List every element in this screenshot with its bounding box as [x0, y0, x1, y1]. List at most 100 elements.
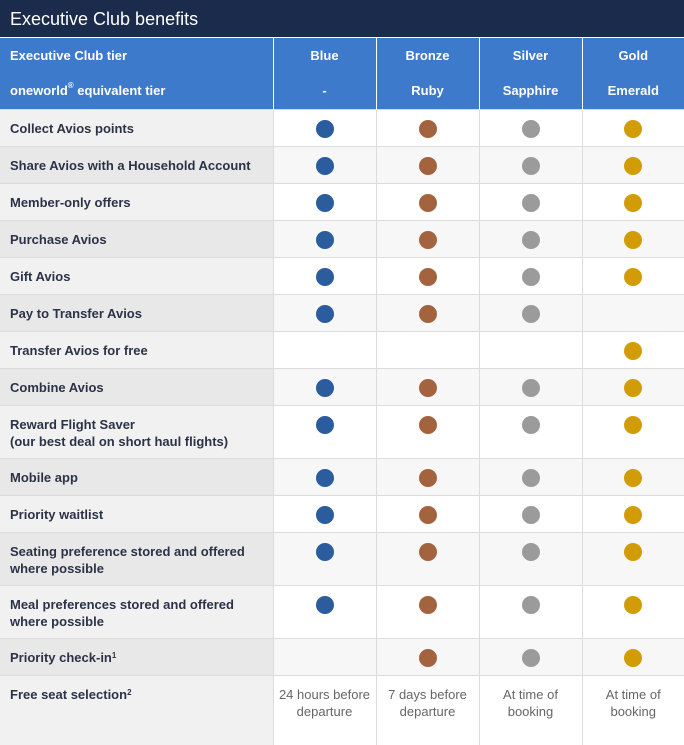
cell-gold [581, 637, 684, 675]
silver-dot-icon [521, 648, 540, 667]
gold-dot-icon [624, 156, 643, 175]
blue-dot-icon [315, 415, 334, 434]
cell-bronze [375, 182, 479, 220]
silver-dot-icon [521, 415, 540, 434]
gold-dot-icon [624, 648, 643, 667]
bronze-dot-icon [418, 267, 437, 286]
oneworld-bronze: Ruby [375, 73, 479, 109]
silver-dot-icon [521, 304, 540, 323]
silver-dot-icon [521, 542, 540, 561]
cell-silver [478, 367, 582, 405]
cell-bronze [375, 584, 479, 638]
benefit-label: Member-only offers [0, 182, 273, 220]
oneworld-silver: Sapphire [478, 73, 582, 109]
bronze-dot-icon [418, 648, 437, 667]
cell-gold: At time of booking [581, 674, 684, 745]
cell-bronze [375, 330, 479, 368]
benefit-row: Reward Flight Saver (our best deal on sho… [0, 404, 684, 458]
benefit-label: Meal preferences stored and offered where… [0, 584, 273, 638]
oneworld-gold: Emerald [581, 73, 684, 109]
cell-silver [478, 293, 582, 331]
cell-bronze [375, 293, 479, 331]
silver-dot-icon [521, 119, 540, 138]
cell-text: 7 days before departure [388, 686, 467, 719]
tier-silver: Silver [478, 38, 582, 73]
blue-dot-icon [315, 193, 334, 212]
benefit-row: Member-only offers [0, 182, 684, 220]
gold-dot-icon [624, 542, 643, 561]
bronze-dot-icon [418, 193, 437, 212]
benefit-label: Mobile app [0, 457, 273, 495]
bronze-dot-icon [418, 468, 437, 487]
cell-blue [272, 531, 376, 585]
cell-blue [272, 145, 376, 183]
cell-bronze [375, 404, 479, 458]
cell-silver [478, 330, 582, 368]
benefit-label: Gift Avios [0, 256, 273, 294]
gold-dot-icon [624, 341, 643, 360]
cell-blue [272, 457, 376, 495]
silver-dot-icon [521, 193, 540, 212]
gold-dot-icon [624, 468, 643, 487]
benefit-row: Transfer Avios for free [0, 330, 684, 368]
blue-dot-icon [315, 304, 334, 323]
cell-bronze [375, 367, 479, 405]
oneworld-blue: - [272, 73, 376, 109]
footnote-marker: 1 [111, 650, 117, 660]
cell-gold [581, 404, 684, 458]
gold-dot-icon [624, 193, 643, 212]
cell-silver: At time of booking [478, 674, 582, 745]
cell-blue [272, 293, 376, 331]
bronze-dot-icon [418, 304, 437, 323]
bronze-dot-icon [418, 119, 437, 138]
blue-dot-icon [315, 468, 334, 487]
bronze-dot-icon [418, 505, 437, 524]
benefit-label: Free seat selection2 [0, 674, 273, 745]
cell-gold [581, 494, 684, 532]
benefit-label: Priority check-in1 [0, 637, 273, 675]
cell-blue [272, 584, 376, 638]
blue-dot-icon [315, 505, 334, 524]
tier-header-label: Executive Club tier [0, 38, 273, 73]
benefit-row: Gift Avios [0, 256, 684, 294]
cell-blue [272, 404, 376, 458]
benefit-label: Seating preference stored and offered whe… [0, 531, 273, 585]
benefit-row: Free seat selection2 24 hours before depa… [0, 674, 684, 745]
tier-bronze: Bronze [375, 38, 479, 73]
tier-blue: Blue [272, 38, 376, 73]
benefit-label: Transfer Avios for free [0, 330, 273, 368]
benefit-row: Priority waitlist [0, 494, 684, 532]
silver-dot-icon [521, 156, 540, 175]
cell-gold [581, 457, 684, 495]
cell-bronze [375, 256, 479, 294]
page-title: Executive Club benefits [0, 0, 684, 38]
silver-dot-icon [521, 595, 540, 614]
benefit-row: Mobile app [0, 457, 684, 495]
bronze-dot-icon [418, 378, 437, 397]
benefit-row: Pay to Transfer Avios [0, 293, 684, 331]
cell-blue [272, 367, 376, 405]
cell-silver [478, 637, 582, 675]
bronze-dot-icon [418, 542, 437, 561]
blue-dot-icon [315, 595, 334, 614]
bronze-dot-icon [418, 595, 437, 614]
silver-dot-icon [521, 230, 540, 249]
tier-header-row: Executive Club tier Blue Bronze Silver G… [0, 38, 684, 73]
cell-silver [478, 182, 582, 220]
benefits-table: Executive Club tier Blue Bronze Silver G… [0, 38, 684, 745]
cell-blue: 24 hours before departure [272, 674, 376, 745]
benefit-row: Collect Avios points [0, 108, 684, 146]
benefit-row: Share Avios with a Household Account [0, 145, 684, 183]
benefit-label: Priority waitlist [0, 494, 273, 532]
cell-silver [478, 108, 582, 146]
bronze-dot-icon [418, 156, 437, 175]
cell-silver [478, 256, 582, 294]
silver-dot-icon [521, 505, 540, 524]
cell-blue [272, 494, 376, 532]
cell-gold [581, 256, 684, 294]
benefit-row: Priority check-in1 [0, 637, 684, 675]
blue-dot-icon [315, 267, 334, 286]
cell-gold [581, 531, 684, 585]
gold-dot-icon [624, 415, 643, 434]
cell-gold [581, 219, 684, 257]
